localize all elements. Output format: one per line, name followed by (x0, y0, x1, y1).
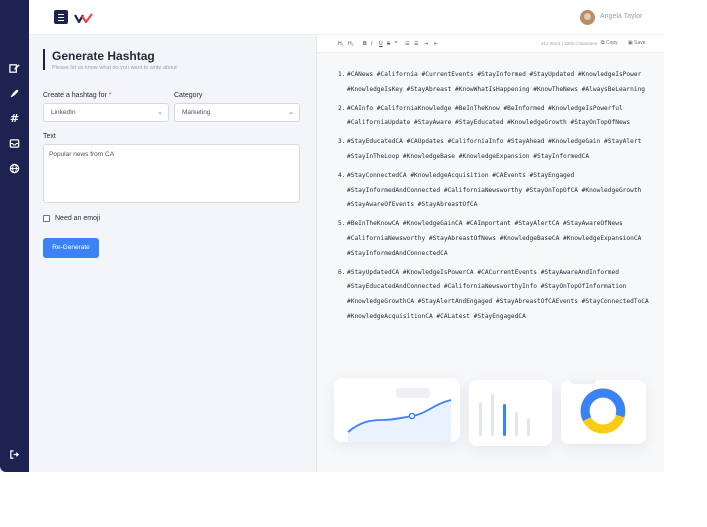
line-graph-card (334, 378, 460, 442)
hashtag-form: Generate Hashtag Please let us know what… (29, 35, 315, 472)
copy-label: Copy (605, 40, 618, 46)
logout-icon[interactable] (9, 449, 20, 460)
inbox-icon[interactable] (9, 138, 20, 149)
list-item-number: 3. (338, 138, 346, 146)
list-item[interactable]: 5. #BeInTheKnowCA #KnowledgeGainCA #CAImp… (338, 217, 658, 261)
list-item[interactable]: 3. #StayEducatedCA #CAUpdates #California… (338, 135, 658, 165)
menu-icon[interactable] (54, 10, 68, 24)
list-item-text: #CAInfo #CaliforniaKnowledge #BeInTheKno… (347, 104, 631, 127)
globe-icon[interactable] (9, 163, 20, 174)
page-subtitle: Please let us know what do you want to w… (52, 65, 177, 71)
list-item-number: 2. (338, 104, 346, 112)
save-button[interactable]: ▣ Save (628, 40, 646, 46)
text-input[interactable]: Popular news from CA (43, 144, 300, 203)
list-item[interactable]: 4. #StayConnectedCA #KnowledgeAcquisition… (338, 169, 658, 213)
chevron-down-icon: ⌄ (288, 109, 294, 116)
platform-label-text: Create a hashtag for (43, 92, 107, 99)
donut-chart-illustration (570, 378, 626, 434)
copy-icon: ⧉ (601, 40, 605, 46)
save-icon: ▣ (628, 40, 633, 46)
copy-button[interactable]: ⧉ Copy (601, 40, 618, 46)
list-item-text: #StayConnectedCA #KnowledgeAcquisition #… (347, 171, 642, 209)
donut-chart-card (561, 378, 646, 444)
italic-button[interactable]: I (371, 41, 372, 47)
sidebar: # (0, 0, 29, 472)
required-mark: * (108, 92, 112, 99)
page-title: Generate Hashtag (52, 49, 155, 63)
bold-button[interactable]: B (363, 41, 367, 47)
title-accent-bar (43, 49, 45, 70)
hashtag-results: 1. #CANews #California #CurrentEvents #St… (338, 68, 658, 329)
word-character-count: 312 Word | 2000 Characters (541, 41, 598, 46)
chevron-down-icon: ⌄ (157, 109, 163, 116)
bullet-list-button[interactable]: ☰ (405, 41, 409, 47)
brand-logo (74, 10, 94, 24)
platform-select[interactable]: LinkedIn ⌄ (43, 103, 169, 122)
platform-label: Create a hashtag for * (43, 92, 112, 99)
ordered-list-button[interactable]: ☰ (414, 41, 418, 47)
user-name[interactable]: Angela Taylor (600, 13, 642, 20)
strikethrough-button[interactable]: S (387, 41, 390, 47)
bar-graph-illustration (479, 394, 530, 436)
rocket-icon[interactable] (9, 88, 20, 99)
list-item-number: 6. (338, 268, 346, 276)
list-item[interactable]: 6. #StayUpdatedCA #KnowledgeIsPowerCA #CA… (338, 266, 658, 325)
list-item-text: #StayEducatedCA #CAUpdates #CaliforniaIn… (347, 138, 642, 160)
category-select-value: Marketing (182, 109, 211, 116)
regenerate-button[interactable]: Re-Generate (43, 238, 99, 258)
top-bar: Angela Taylor (29, 0, 664, 35)
text-label: Text (43, 133, 56, 140)
list-item[interactable]: 2. #CAInfo #CaliforniaKnowledge #BeInTheK… (338, 102, 658, 132)
underline-button[interactable]: U (379, 41, 383, 47)
heading1-button[interactable]: H₁ (338, 41, 343, 47)
indent-button[interactable]: ⇥ (424, 41, 428, 47)
quote-button[interactable]: ❞ (395, 41, 398, 47)
list-item-number: 5. (338, 220, 346, 228)
line-graph-illustration (347, 388, 452, 442)
list-item-number: 4. (338, 171, 346, 179)
platform-select-value: LinkedIn (51, 109, 76, 116)
avatar[interactable] (580, 10, 595, 25)
list-item[interactable]: 1. #CANews #California #CurrentEvents #St… (338, 68, 658, 98)
category-select[interactable]: Marketing ⌄ (174, 103, 300, 122)
hashtag-icon[interactable]: # (9, 113, 20, 124)
list-item-text: #StayUpdatedCA #KnowledgeIsPowerCA #CACu… (347, 268, 649, 320)
category-label: Category (174, 92, 203, 99)
list-item-text: #CANews #California #CurrentEvents #Stay… (347, 71, 646, 93)
heading2-button[interactable]: H₂ (348, 41, 354, 47)
emoji-checkbox[interactable] (43, 215, 50, 222)
emoji-checkbox-label[interactable]: Need an emoji (55, 215, 100, 222)
bar-graph-card (469, 380, 552, 446)
edit-icon[interactable] (9, 63, 20, 74)
list-item-text: #BeInTheKnowCA #KnowledgeGainCA #CAImpor… (347, 220, 642, 257)
editor-toolbar: H₁ H₂ B I U S ❞ ☰ ☰ ⇥ ⇤ 312 Word | 2000 … (317, 35, 665, 53)
outdent-button[interactable]: ⇤ (434, 41, 438, 47)
save-label: Save (634, 40, 646, 46)
list-item-number: 1. (338, 71, 346, 78)
